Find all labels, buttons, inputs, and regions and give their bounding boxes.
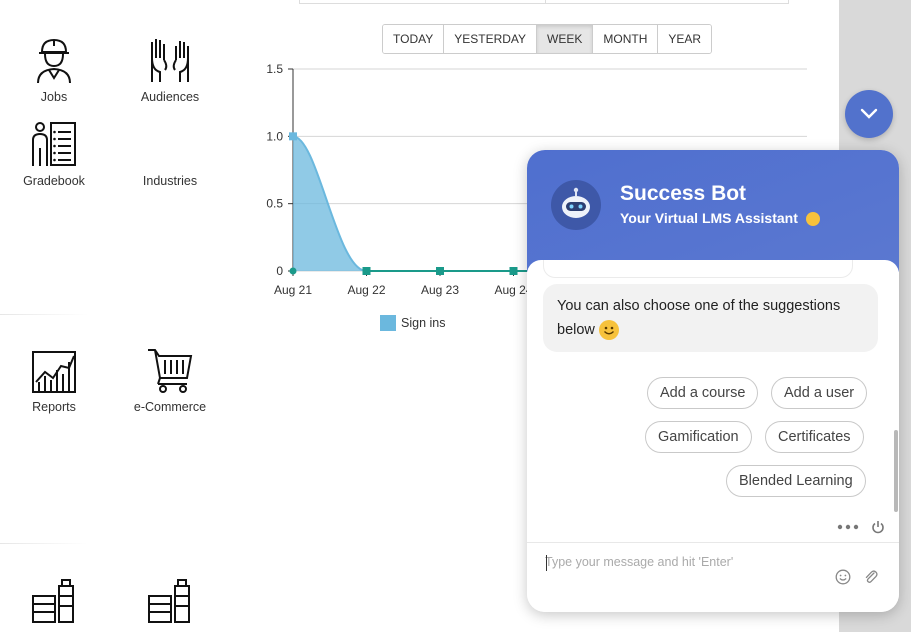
tile-label: Audiences [140, 90, 200, 104]
data-point [509, 267, 518, 275]
x-tick-label: Aug 22 [347, 283, 385, 297]
input-tools [835, 569, 879, 585]
tile-buildings-2[interactable] [120, 578, 220, 624]
bot-avatar [551, 180, 601, 230]
origin-point [289, 267, 297, 275]
dashboard-screen: Jobs Audiences Gradebook Industries Repo… [0, 0, 911, 632]
attachment-icon[interactable] [863, 569, 879, 585]
tile-industries[interactable]: Industries [120, 120, 220, 188]
y-tick-label: 1.5 [266, 62, 283, 76]
period-selector: TODAY YESTERDAY WEEK MONTH YEAR [382, 24, 713, 54]
tile-gradebook[interactable]: Gradebook [4, 120, 104, 188]
bot-subtitle: Your Virtual LMS Assistant [620, 210, 820, 227]
chart-legend: Sign ins [380, 315, 445, 331]
x-tick-label: Aug 23 [421, 283, 459, 297]
suggestion-certificates[interactable]: Certificates [765, 421, 864, 453]
tile-label: Reports [32, 400, 76, 414]
chatbot-window: Success Bot Your Virtual LMS Assistant Y… [527, 150, 899, 612]
chat-message-input[interactable] [545, 549, 815, 575]
data-point [289, 132, 297, 141]
y-tick-label: 0 [276, 264, 283, 278]
section-divider [0, 543, 88, 544]
shopping-cart-icon [148, 349, 193, 393]
emoji-picker-icon[interactable] [835, 569, 851, 585]
text-caret [546, 555, 547, 571]
tile-reports[interactable]: Reports [4, 348, 104, 414]
period-month[interactable]: MONTH [593, 25, 659, 53]
tile-label: Jobs [40, 90, 68, 104]
tile-jobs[interactable]: Jobs [4, 36, 104, 104]
bot-message: You can also choose one of the suggestio… [543, 284, 878, 352]
building-blocks-icon [148, 579, 190, 623]
legend-label: Sign ins [401, 316, 446, 330]
y-tick-label: 1.0 [266, 129, 283, 143]
industries-icon [148, 120, 192, 168]
bot-name: Success Bot [620, 182, 747, 205]
x-tick-label: Aug 21 [274, 283, 312, 297]
period-today[interactable]: TODAY [383, 25, 445, 53]
raised-hands-icon [151, 39, 189, 82]
building-blocks-icon [32, 579, 74, 623]
tile-ecommerce[interactable]: e-Commerce [120, 348, 220, 414]
suggestion-gamification[interactable]: Gamification [645, 421, 752, 453]
suggestion-blended-learning[interactable]: Blended Learning [726, 465, 866, 497]
data-point [362, 267, 371, 275]
chat-scrollbar[interactable] [894, 430, 898, 512]
y-tick-label: 0.5 [266, 197, 283, 211]
chat-collapse-button[interactable] [845, 90, 893, 138]
chevron-down-icon [860, 108, 878, 119]
bot-subtitle-text: Your Virtual LMS Assistant [620, 210, 798, 226]
chat-input-area [527, 542, 899, 612]
more-options-icon[interactable] [837, 524, 859, 530]
gradebook-icon [32, 122, 76, 166]
nerd-emoji-icon [805, 212, 820, 227]
worker-icon [37, 38, 71, 84]
period-week[interactable]: WEEK [537, 25, 594, 53]
suggestion-add-user[interactable]: Add a user [771, 377, 868, 409]
period-year[interactable]: YEAR [658, 25, 712, 53]
reports-chart-icon [32, 351, 76, 393]
tile-buildings-1[interactable] [4, 578, 104, 624]
period-yesterday[interactable]: YESTERDAY [444, 25, 538, 53]
tile-label: Industries [142, 174, 198, 188]
tile-audiences[interactable]: Audiences [120, 36, 220, 104]
tile-label: e-Commerce [133, 400, 207, 414]
robot-icon [562, 187, 590, 218]
chat-messages: You can also choose one of the suggestio… [527, 260, 899, 530]
previous-message [543, 260, 853, 278]
chat-header: Success Bot Your Virtual LMS Assistant [527, 150, 899, 272]
top-input-box[interactable] [299, 0, 789, 4]
data-point [436, 267, 444, 275]
legend-swatch [380, 315, 396, 331]
power-icon[interactable] [871, 520, 885, 534]
section-divider [0, 314, 88, 315]
chat-tools [837, 520, 885, 534]
smile-emoji-icon [598, 320, 619, 341]
tile-label: Gradebook [23, 174, 85, 188]
suggestion-add-course[interactable]: Add a course [647, 377, 759, 409]
